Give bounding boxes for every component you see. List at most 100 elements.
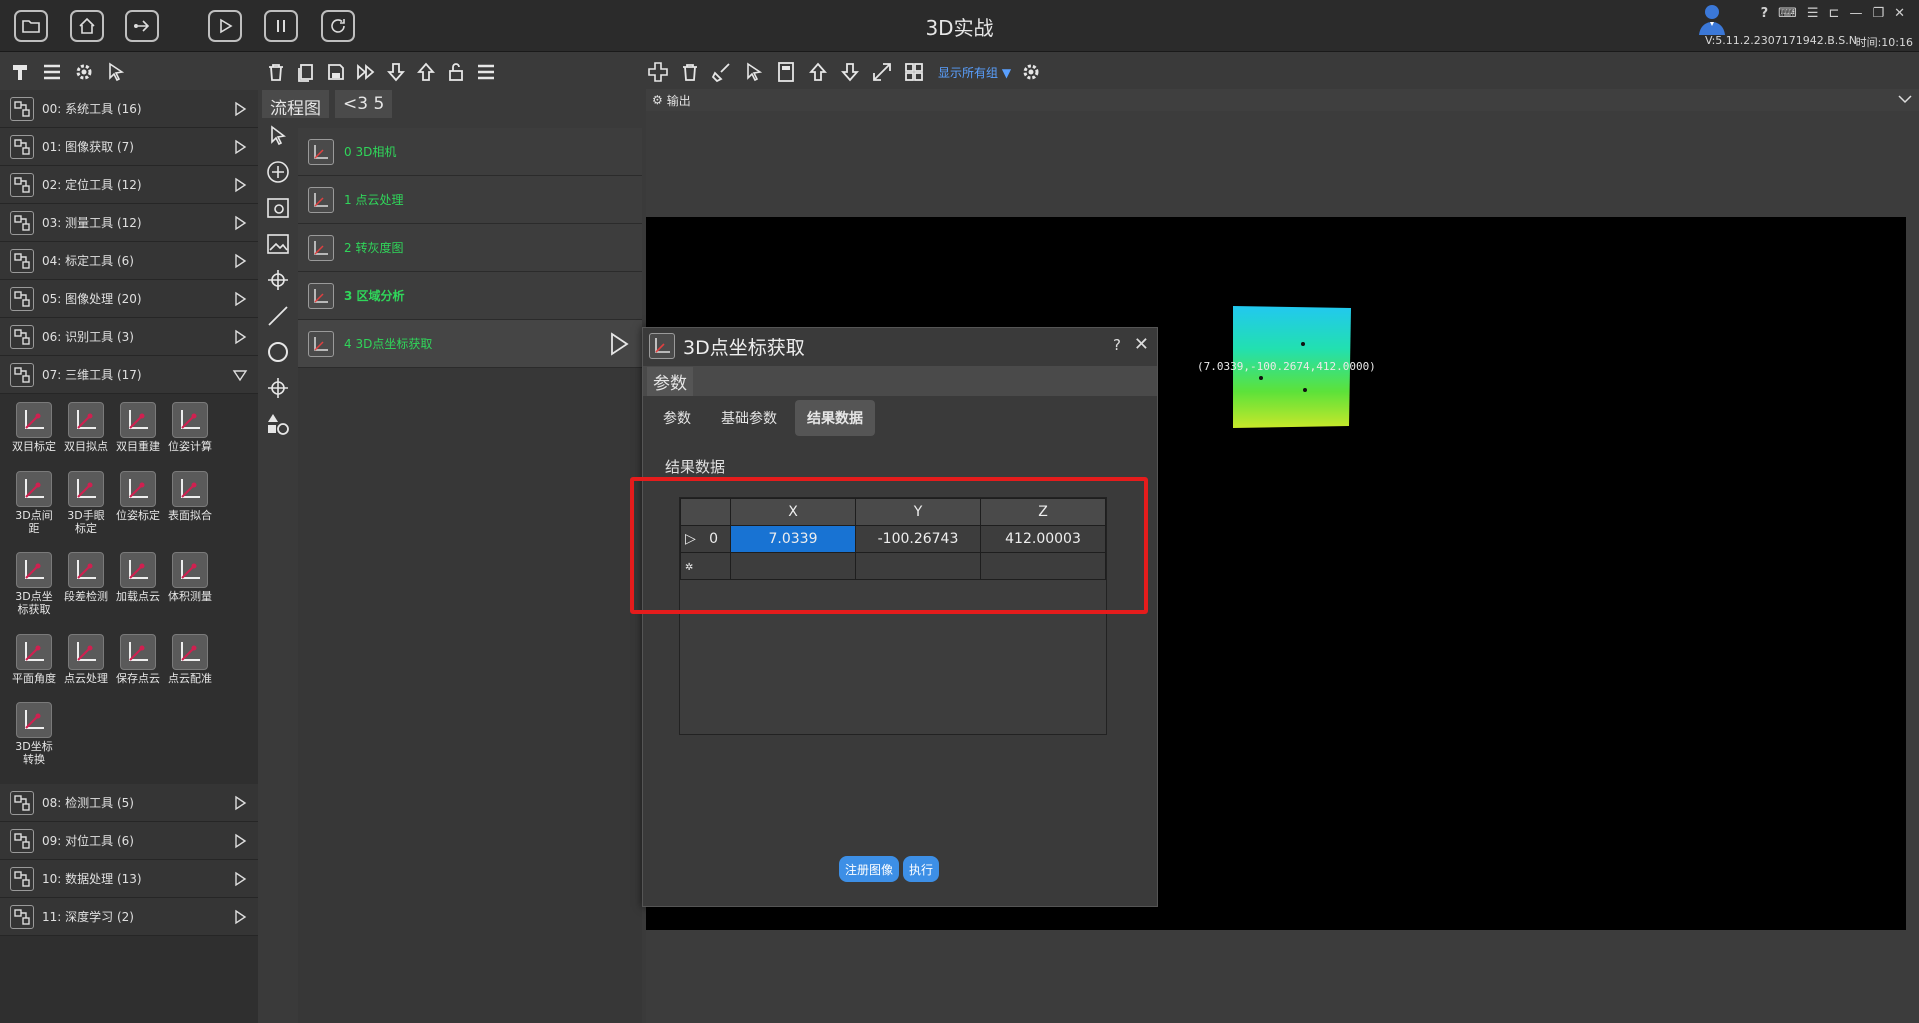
flow-step[interactable]: 1 点云处理 — [298, 176, 642, 224]
tool-category[interactable]: 08: 检测工具 (5) — [0, 784, 258, 822]
chevron-right-icon[interactable] — [232, 177, 248, 193]
tool-category[interactable]: 11: 深度学习 (2) — [0, 898, 258, 936]
tool-item[interactable]: 点云处理 — [60, 633, 112, 699]
tool-category[interactable]: 00: 系统工具 (16) — [0, 90, 258, 128]
tool-item[interactable]: 位姿标定 — [112, 470, 164, 549]
chevron-right-icon[interactable] — [232, 101, 248, 117]
tool-category[interactable]: 05: 图像处理 (20) — [0, 280, 258, 318]
flow-step[interactable]: 3 区域分析 — [298, 272, 642, 320]
chevron-right-icon[interactable] — [232, 253, 248, 269]
chevron-down-icon[interactable] — [1897, 91, 1913, 107]
tool-item[interactable]: 位姿计算 — [164, 402, 216, 467]
move-up-button[interactable] — [806, 60, 830, 84]
flow-step[interactable]: 4 3D点坐标获取 — [298, 320, 642, 368]
image-tool-button[interactable] — [264, 194, 292, 222]
tool-category[interactable]: 09: 对位工具 (6) — [0, 822, 258, 860]
target-tool-button[interactable] — [264, 266, 292, 294]
tools-button[interactable] — [8, 60, 32, 84]
close-icon[interactable]: ✕ — [1894, 6, 1905, 21]
display-settings-button[interactable] — [1019, 60, 1043, 84]
tool-category[interactable]: 07: 三维工具 (17) — [0, 356, 258, 394]
flow-step[interactable]: 0 3D相机 — [298, 128, 642, 176]
copy-button[interactable] — [294, 60, 318, 84]
tool-category[interactable]: 06: 识别工具 (3) — [0, 318, 258, 356]
chevron-right-icon[interactable] — [232, 795, 248, 811]
restore-icon[interactable]: ❐ — [1872, 6, 1884, 21]
delete-button[interactable] — [264, 60, 288, 84]
move-down-button[interactable] — [838, 60, 862, 84]
fast-forward-button[interactable] — [354, 60, 378, 84]
chevron-right-icon[interactable] — [232, 215, 248, 231]
menu-button[interactable] — [474, 60, 498, 84]
tool-category[interactable]: 03: 测量工具 (12) — [0, 204, 258, 242]
line-tool-button[interactable] — [264, 302, 292, 330]
show-all-groups-dropdown[interactable]: 显示所有组 ▼ — [938, 64, 1011, 81]
tab-params[interactable]: 参数 — [651, 400, 703, 436]
move-down-button[interactable] — [384, 60, 408, 84]
tool-category[interactable]: 10: 数据处理 (13) — [0, 860, 258, 898]
circle-tool-button[interactable] — [264, 338, 292, 366]
tab-flowchart[interactable]: 流程图 — [262, 90, 329, 119]
minimize-icon[interactable]: — — [1849, 6, 1862, 21]
tool-item[interactable]: 双目拟点 — [60, 402, 112, 467]
chevron-right-icon[interactable] — [232, 329, 248, 345]
tool-item[interactable]: 表面拟合 — [164, 470, 216, 549]
chevron-right-icon[interactable] — [232, 291, 248, 307]
clear-button[interactable] — [710, 60, 734, 84]
settings-button[interactable] — [72, 60, 96, 84]
dialog-help-button[interactable]: ? — [1113, 336, 1121, 354]
tab-flow-nav[interactable]: <3 5 — [335, 90, 393, 118]
unlock-button[interactable] — [444, 60, 468, 84]
tool-category[interactable]: 01: 图像获取 (7) — [0, 128, 258, 166]
chevron-right-icon[interactable] — [232, 139, 248, 155]
execute-button[interactable]: 执行 — [903, 856, 940, 882]
dialog-titlebar[interactable]: 3D点坐标获取 ? ✕ — [643, 328, 1157, 364]
tool-item[interactable]: 加载点云 — [112, 552, 164, 630]
select-button[interactable] — [742, 60, 766, 84]
tool-item[interactable]: 平面角度 — [8, 633, 60, 699]
tool-item[interactable]: 3D手眼标定 — [60, 470, 112, 549]
tool-item[interactable]: 双目重建 — [112, 402, 164, 467]
tool-item[interactable]: 3D点间距 — [8, 470, 60, 549]
layout-button[interactable] — [902, 60, 926, 84]
app-title: 3D实战 — [925, 16, 994, 40]
tool-item[interactable]: 点云配准 — [164, 633, 216, 699]
play-icon[interactable] — [608, 332, 630, 356]
tool-category[interactable]: 02: 定位工具 (12) — [0, 166, 258, 204]
tab-result-data[interactable]: 结果数据 — [795, 400, 875, 436]
pointer-button[interactable] — [104, 60, 128, 84]
menu-icon[interactable]: ☰ — [1807, 6, 1819, 21]
arrow-down-icon — [387, 63, 405, 82]
help-button[interactable]: ? — [1761, 6, 1769, 21]
chevron-down-icon[interactable] — [232, 367, 248, 383]
chevron-right-icon[interactable] — [232, 871, 248, 887]
save-button[interactable] — [324, 60, 348, 84]
keyboard-icon[interactable]: ⌨ — [1778, 6, 1797, 21]
tool-item[interactable]: 3D坐标转换 — [8, 702, 60, 780]
add-tool-button[interactable] — [264, 158, 292, 186]
select-tool-button[interactable] — [264, 122, 292, 150]
add-button[interactable] — [646, 60, 670, 84]
tool-item[interactable]: 段差检测 — [60, 552, 112, 630]
user-icon[interactable] — [1695, 2, 1729, 36]
tool-item[interactable]: 保存点云 — [112, 633, 164, 699]
fit-button[interactable] — [870, 60, 894, 84]
pin-icon[interactable]: ⊏ — [1829, 6, 1840, 21]
list-view-button[interactable] — [40, 60, 64, 84]
point-tool-button[interactable] — [264, 374, 292, 402]
calculator-button[interactable] — [774, 60, 798, 84]
dialog-close-button[interactable]: ✕ — [1134, 334, 1149, 355]
move-up-button[interactable] — [414, 60, 438, 84]
chevron-right-icon[interactable] — [232, 909, 248, 925]
delete-button[interactable] — [678, 60, 702, 84]
flow-step[interactable]: 2 转灰度图 — [298, 224, 642, 272]
tab-basic-params[interactable]: 基础参数 — [709, 400, 789, 436]
picture-tool-button[interactable] — [264, 230, 292, 258]
tool-item[interactable]: 3D点坐标获取 — [8, 552, 60, 630]
tool-item[interactable]: 双目标定 — [8, 402, 60, 467]
chevron-right-icon[interactable] — [232, 833, 248, 849]
shapes-tool-button[interactable] — [264, 410, 292, 438]
tool-category[interactable]: 04: 标定工具 (6) — [0, 242, 258, 280]
tool-item[interactable]: 体积测量 — [164, 552, 216, 630]
register-image-button[interactable]: 注册图像 — [839, 856, 900, 882]
